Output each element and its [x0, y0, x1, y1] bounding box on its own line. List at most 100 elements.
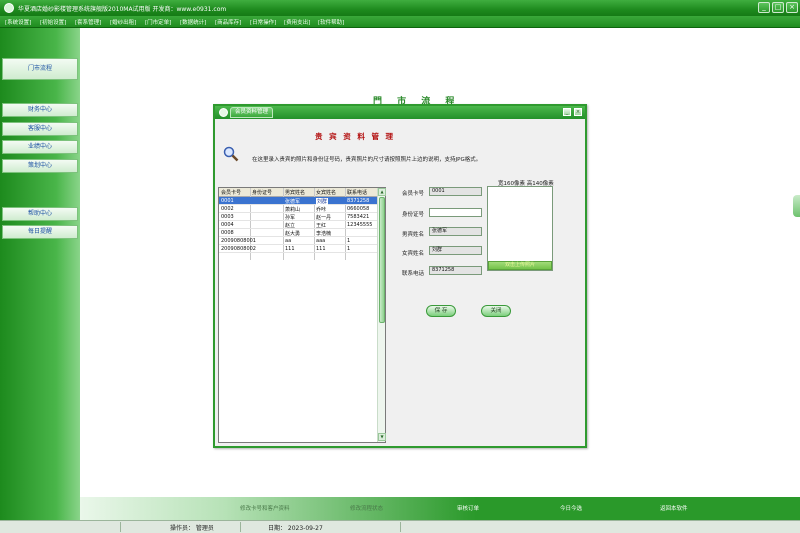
- table-cell: 孙军: [285, 214, 296, 221]
- column-header[interactable]: 男宾姓名: [285, 189, 305, 196]
- table-cell: 王红: [316, 222, 327, 229]
- shortcut-today-selection[interactable]: 今日今选: [560, 504, 582, 512]
- table-cell: 乔咔: [316, 206, 327, 213]
- male-name-field[interactable]: 张德军: [429, 227, 482, 236]
- close-button[interactable]: ×: [786, 2, 798, 13]
- sidebar-item-planning[interactable]: 策划中心: [2, 159, 78, 173]
- dialog-tab[interactable]: 会员资料管理: [230, 107, 274, 118]
- status-bar: 操作员： 管理员 日期： 2023-09-27: [0, 520, 800, 533]
- table-row[interactable]: 0002 萧莉山 乔咔 0660058: [219, 205, 377, 213]
- left-sidebar: 门市流程 财务中心 客服中心 业绩中心 策划中心 帮助中心 每日提醒: [0, 28, 80, 520]
- column-header[interactable]: 会员卡号: [221, 189, 241, 196]
- table-cell: 萧莉山: [285, 206, 301, 213]
- id-number-label: 身份证号: [402, 212, 425, 218]
- table-cell: 111: [316, 245, 326, 252]
- sidebar-item-help[interactable]: 帮助中心: [2, 207, 78, 221]
- table-cell: aa: [285, 237, 292, 244]
- sidebar-item-daily-reminder[interactable]: 每日提醒: [2, 225, 78, 239]
- dialog-minimize-button[interactable]: _: [563, 108, 571, 116]
- menu-system-settings[interactable]: [系统设置]: [5, 18, 31, 26]
- menu-gown-rental[interactable]: [婚纱出租]: [110, 18, 136, 26]
- shortcut-bar: 修改卡号和客户资料 修改流程状态 审核订单 今日今选 返回本软件: [80, 497, 800, 520]
- window-title: 华夏酒店婚纱影楼管理系统旗舰版2010MA试用版 开发商：www.e0931.c…: [18, 6, 227, 13]
- table-scrollbar[interactable]: ▲ ▼: [377, 188, 386, 442]
- table-cell: 1: [347, 237, 351, 244]
- upload-photo-button[interactable]: 双击上传照片: [488, 261, 552, 270]
- sidebar-item-customer-service[interactable]: 客服中心: [2, 122, 78, 136]
- id-number-field[interactable]: [429, 208, 482, 217]
- minimize-button[interactable]: _: [758, 2, 770, 13]
- menu-store-orders[interactable]: [门市定单]: [145, 18, 171, 26]
- table-cell: 李浩楠: [316, 230, 332, 237]
- dialog-instructions: 在这里录入贵宾的照片和身份证号码，贵宾照片的尺寸请按照照片上边的说明，支持JPG…: [252, 157, 482, 163]
- scroll-up-arrow-icon[interactable]: ▲: [378, 188, 386, 196]
- table-cell: 1: [347, 245, 351, 252]
- table-header: 会员卡号 身份证号 男宾姓名 女宾姓名 联系电话: [219, 188, 377, 197]
- column-header[interactable]: 联系电话: [347, 189, 367, 196]
- status-divider: [120, 522, 121, 532]
- table-cell: 20090808002: [221, 245, 256, 252]
- female-name-field[interactable]: 刘群: [429, 246, 482, 255]
- window-title-bar: 华夏酒店婚纱影楼管理系统旗舰版2010MA试用版 开发商：www.e0931.c…: [0, 0, 800, 16]
- menu-help[interactable]: [软件帮助]: [318, 18, 344, 26]
- sidebar-item-store-flow[interactable]: 门市流程: [2, 58, 78, 80]
- table-row[interactable]: 0001 张德军 刘群 8371258: [219, 197, 377, 205]
- sidebar-item-performance[interactable]: 业绩中心: [2, 140, 78, 154]
- member-info-dialog: 会员资料管理 _ × 贵 宾 资 料 管 理 在这里录入贵宾的照片和身份证号码，…: [213, 104, 587, 448]
- save-button[interactable]: 保 存: [426, 305, 456, 317]
- table-row[interactable]: 20090808001 aa aaa 1: [219, 237, 377, 245]
- table-cell: 0004: [221, 221, 234, 228]
- table-row[interactable]: 0008 赵大勇 李浩楠: [219, 229, 377, 237]
- sidebar-item-finance[interactable]: 财务中心: [2, 103, 78, 117]
- dialog-app-icon: [219, 108, 228, 117]
- magnifier-icon: [223, 146, 239, 162]
- menu-daily-operations[interactable]: [日常操作]: [250, 18, 276, 26]
- table-cell: 8371258: [347, 197, 370, 204]
- menu-expenses[interactable]: [费用支出]: [284, 18, 310, 26]
- status-divider: [400, 522, 401, 532]
- shortcut-edit-card[interactable]: 修改卡号和客户资料: [240, 504, 290, 512]
- card-number-field[interactable]: 0001: [429, 187, 482, 196]
- member-table: 会员卡号 身份证号 男宾姓名 女宾姓名 联系电话 0001 张德军 刘群 837…: [218, 187, 386, 443]
- table-cell: 0001: [221, 197, 234, 204]
- female-name-label: 女宾姓名: [402, 251, 425, 257]
- phone-field[interactable]: 8371258: [429, 266, 482, 275]
- table-cell: 111: [285, 245, 295, 252]
- table-cell: aaa: [316, 237, 326, 244]
- menu-bar: [系统设置] [初始设置] [套系管理] [婚纱出租] [门市定单] [数据统计…: [0, 16, 800, 28]
- scroll-down-arrow-icon[interactable]: ▼: [378, 433, 386, 441]
- status-divider: [240, 522, 241, 532]
- table-cell: 0008: [221, 229, 234, 236]
- table-row[interactable]: 0003 孙军 赵一丹 7583421: [219, 213, 377, 221]
- menu-inventory[interactable]: [商品库存]: [215, 18, 241, 26]
- column-header[interactable]: 女宾姓名: [316, 189, 336, 196]
- table-row[interactable]: 0004 赵立 王红 12345555: [219, 221, 377, 229]
- dialog-title-bar: 会员资料管理 _ ×: [215, 106, 585, 119]
- maximize-button[interactable]: □: [772, 2, 784, 13]
- menu-package-management[interactable]: [套系管理]: [75, 18, 101, 26]
- shortcut-review-orders[interactable]: 审核订单: [457, 504, 479, 512]
- column-header[interactable]: 身份证号: [252, 189, 272, 196]
- scrollbar-thumb[interactable]: [379, 197, 385, 323]
- table-cell: 7583421: [347, 213, 370, 220]
- table-cell: 20090808001: [221, 237, 256, 244]
- photo-box[interactable]: [487, 186, 553, 271]
- shortcut-edit-flow-status[interactable]: 修改流程状态: [350, 504, 383, 512]
- close-dialog-button[interactable]: 关闭: [481, 305, 511, 317]
- status-operator: 操作员： 管理员: [170, 525, 214, 532]
- table-cell: 赵立: [285, 222, 296, 229]
- side-panel-handle[interactable]: [793, 195, 800, 217]
- menu-initial-settings[interactable]: [初始设置]: [40, 18, 66, 26]
- table-cell: 12345555: [347, 221, 373, 228]
- app-icon: [4, 3, 14, 13]
- table-row[interactable]: 20090808002 111 111 1: [219, 245, 377, 253]
- table-cell: 赵一丹: [316, 214, 332, 221]
- shortcut-return[interactable]: 返回本软件: [660, 504, 688, 512]
- menu-statistics[interactable]: [数据统计]: [180, 18, 206, 26]
- card-number-label: 会员卡号: [402, 191, 425, 197]
- table-cell: 0660058: [347, 205, 370, 212]
- phone-label: 联系电话: [402, 271, 425, 277]
- table-cell: 0002: [221, 205, 234, 212]
- dialog-close-button[interactable]: ×: [574, 108, 582, 116]
- male-name-label: 男宾姓名: [402, 232, 425, 238]
